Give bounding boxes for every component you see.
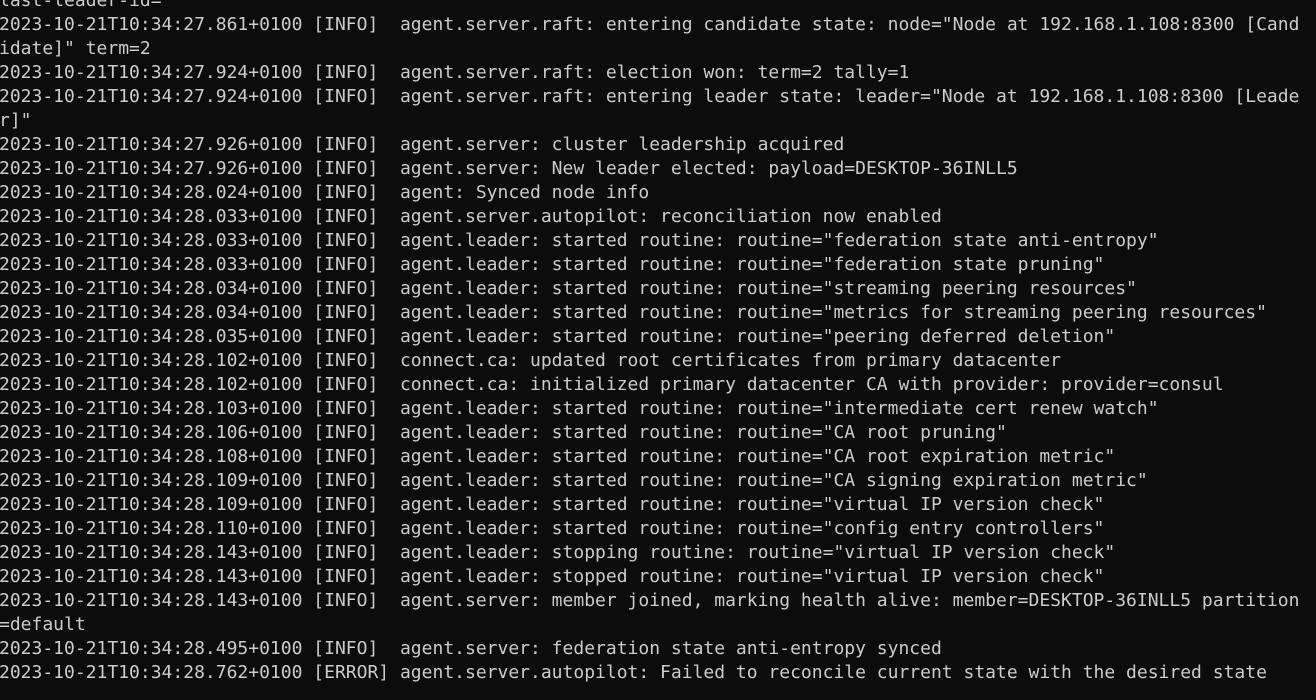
- terminal-window[interactable]: last-leader-id= 2023-10-21T10:34:27.861+…: [0, 0, 1316, 700]
- log-line: 2023-10-21T10:34:28.143+0100 [INFO] agen…: [0, 566, 1105, 587]
- log-line: 2023-10-21T10:34:28.495+0100 [INFO] agen…: [0, 638, 942, 659]
- log-line: 2023-10-21T10:34:28.109+0100 [INFO] agen…: [0, 470, 1148, 491]
- log-line: r]": [0, 110, 32, 131]
- log-line: 2023-10-21T10:34:28.143+0100 [INFO] agen…: [0, 590, 1300, 611]
- log-line: 2023-10-21T10:34:28.102+0100 [INFO] conn…: [0, 350, 1062, 371]
- log-line: 2023-10-21T10:34:28.024+0100 [INFO] agen…: [0, 182, 650, 203]
- log-line: 2023-10-21T10:34:28.102+0100 [INFO] conn…: [0, 374, 1224, 395]
- log-line: 2023-10-21T10:34:28.109+0100 [INFO] agen…: [0, 494, 1105, 515]
- log-line: 2023-10-21T10:34:27.926+0100 [INFO] agen…: [0, 158, 1018, 179]
- log-line: 2023-10-21T10:34:28.033+0100 [INFO] agen…: [0, 230, 1159, 251]
- log-line: =default: [0, 614, 86, 635]
- log-line: 2023-10-21T10:34:28.103+0100 [INFO] agen…: [0, 398, 1159, 419]
- log-line: idate]" term=2: [0, 38, 151, 59]
- log-line: 2023-10-21T10:34:27.924+0100 [INFO] agen…: [0, 86, 1300, 107]
- log-line: 2023-10-21T10:34:28.106+0100 [INFO] agen…: [0, 422, 1007, 443]
- log-line: 2023-10-21T10:34:28.143+0100 [INFO] agen…: [0, 542, 1116, 563]
- log-line: 2023-10-21T10:34:28.033+0100 [INFO] agen…: [0, 254, 1105, 275]
- log-line: 2023-10-21T10:34:27.924+0100 [INFO] agen…: [0, 62, 910, 83]
- log-line: 2023-10-21T10:34:28.762+0100 [ERROR] age…: [0, 662, 1267, 683]
- log-line: 2023-10-21T10:34:28.035+0100 [INFO] agen…: [0, 326, 1116, 347]
- log-line: 2023-10-21T10:34:28.033+0100 [INFO] agen…: [0, 206, 942, 227]
- log-line: last-leader-id=: [0, 0, 162, 11]
- log-line: 2023-10-21T10:34:27.926+0100 [INFO] agen…: [0, 134, 845, 155]
- log-line: 2023-10-21T10:34:28.034+0100 [INFO] agen…: [0, 302, 1267, 323]
- log-line: 2023-10-21T10:34:28.110+0100 [INFO] agen…: [0, 518, 1105, 539]
- log-output: last-leader-id= 2023-10-21T10:34:27.861+…: [0, 0, 1299, 685]
- log-line: 2023-10-21T10:34:28.034+0100 [INFO] agen…: [0, 278, 1137, 299]
- log-line: 2023-10-21T10:34:27.861+0100 [INFO] agen…: [0, 14, 1300, 35]
- log-line: 2023-10-21T10:34:28.108+0100 [INFO] agen…: [0, 446, 1116, 467]
